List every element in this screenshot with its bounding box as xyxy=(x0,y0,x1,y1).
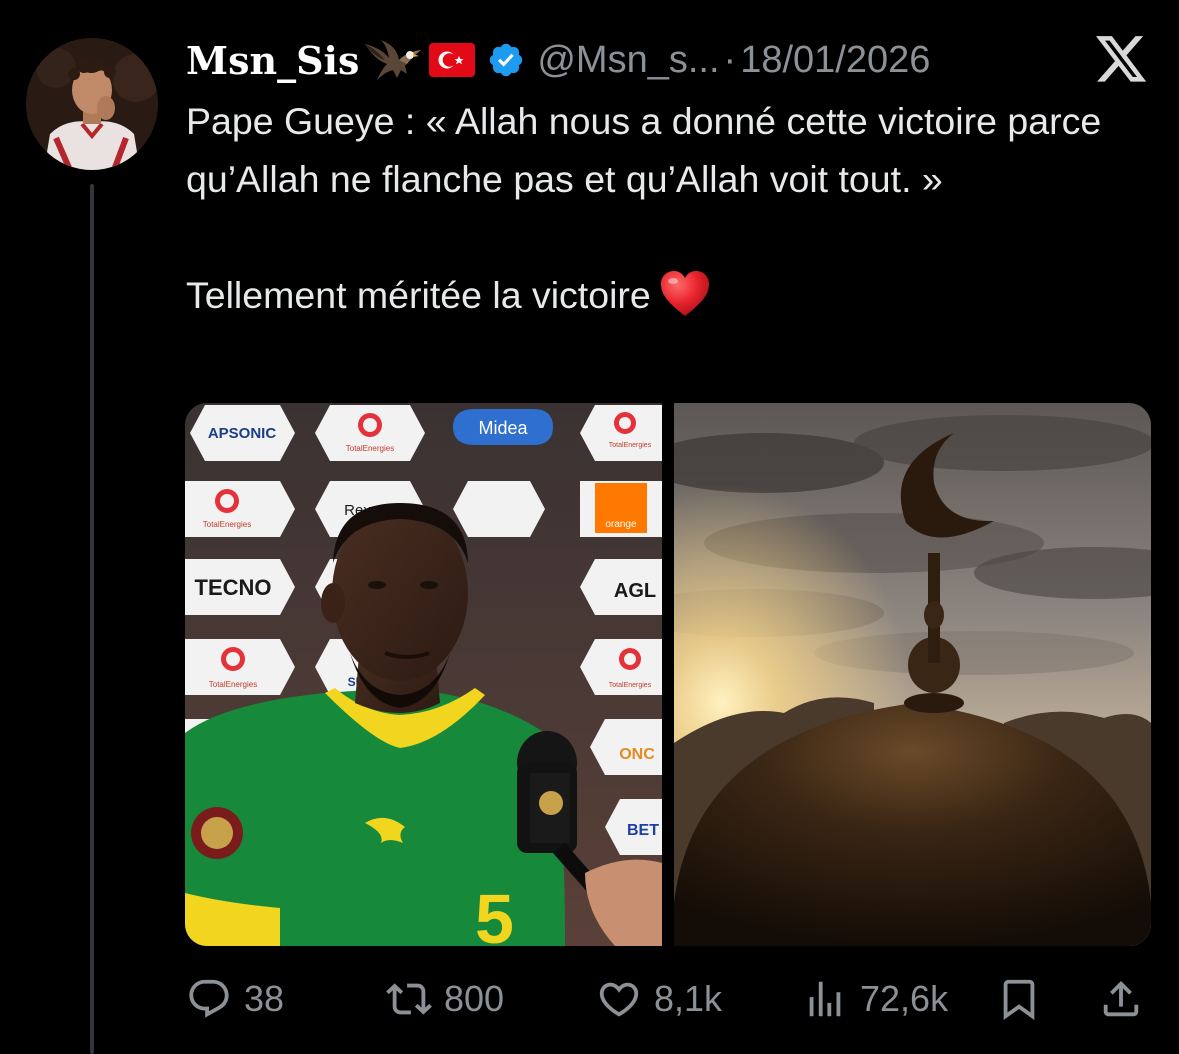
red-heart-icon xyxy=(660,271,709,316)
sponsor-midea: Midea xyxy=(478,418,528,438)
name-emojis xyxy=(363,38,525,82)
view-count: 72,6k xyxy=(860,978,949,1019)
views-chart-icon xyxy=(809,981,841,1017)
separator-dot: · xyxy=(723,38,737,81)
media-image-mosque[interactable] xyxy=(674,403,1151,946)
media-image-player-interview[interactable]: APSONIC TotalEnergies Midea TotalEnergie… xyxy=(185,403,662,946)
repost-icon xyxy=(386,983,432,1015)
sponsor-onc: ONC xyxy=(619,746,655,763)
like-count: 8,1k xyxy=(654,978,723,1019)
heart-icon xyxy=(599,982,639,1017)
share-button[interactable] xyxy=(1098,974,1156,1024)
player-interview-image: APSONIC TotalEnergies Midea TotalEnergie… xyxy=(185,403,662,946)
jersey-number: 5 xyxy=(475,880,514,946)
x-logo-icon[interactable] xyxy=(1096,36,1148,84)
tweet-text-paragraph-2-text: Tellement méritée la victoire xyxy=(186,274,651,316)
media-divider xyxy=(662,403,674,946)
avatar[interactable] xyxy=(26,38,158,170)
like-button[interactable]: 8,1k xyxy=(596,974,722,1024)
tweet: Msn_Sis @Msn_s... · 18/01/2026 Pape Guey… xyxy=(0,0,1179,1054)
bookmark-icon xyxy=(1003,979,1035,1020)
tweet-text-paragraph-2: Tellement méritée la victoire xyxy=(186,266,1166,324)
turkey-flag-icon xyxy=(429,43,476,77)
sponsor-totalenergies: TotalEnergies xyxy=(346,444,394,453)
sponsor-apsonic: APSONIC xyxy=(208,425,277,442)
tweet-date[interactable]: 18/01/2026 xyxy=(740,39,930,82)
sponsor-totalenergies-5: TotalEnergies xyxy=(609,682,652,689)
sponsor-totalenergies-2: TotalEnergies xyxy=(609,442,652,449)
tweet-actions: 38 800 8,1k 72,6k xyxy=(186,974,1152,1024)
sponsor-totalenergies-3: TotalEnergies xyxy=(203,520,251,529)
tweet-header: Msn_Sis @Msn_s... · 18/01/2026 xyxy=(186,30,930,90)
views-button[interactable]: 72,6k xyxy=(802,974,948,1024)
reply-button[interactable]: 38 xyxy=(186,974,284,1024)
sponsor-bet: BET xyxy=(627,822,659,839)
verified-badge-icon[interactable] xyxy=(487,41,525,79)
mosque-sunset-image xyxy=(674,403,1151,946)
reply-count: 38 xyxy=(244,978,285,1019)
tweet-text-paragraph-1: Pape Gueye : « Allah nous a donné cette … xyxy=(186,100,1102,200)
tweet-media[interactable]: APSONIC TotalEnergies Midea TotalEnergie… xyxy=(185,403,1151,946)
repost-button[interactable]: 800 xyxy=(386,974,504,1024)
sponsor-agl: AGL xyxy=(614,580,656,602)
eagle-icon xyxy=(365,40,422,80)
handle[interactable]: @Msn_s... xyxy=(537,39,719,82)
thread-line xyxy=(90,184,94,1054)
repost-count: 800 xyxy=(444,978,505,1019)
sponsor-totalenergies-4: TotalEnergies xyxy=(209,680,257,689)
sponsor-orange: orange xyxy=(605,519,637,530)
reply-icon xyxy=(189,979,229,1018)
tweet-text: Pape Gueye : « Allah nous a donné cette … xyxy=(186,92,1166,324)
display-name[interactable]: Msn_Sis xyxy=(186,38,359,83)
share-icon xyxy=(1103,980,1139,1017)
avatar-image xyxy=(26,38,158,170)
bookmark-button[interactable] xyxy=(996,974,1054,1024)
sponsor-tecno: TECNO xyxy=(195,575,272,600)
